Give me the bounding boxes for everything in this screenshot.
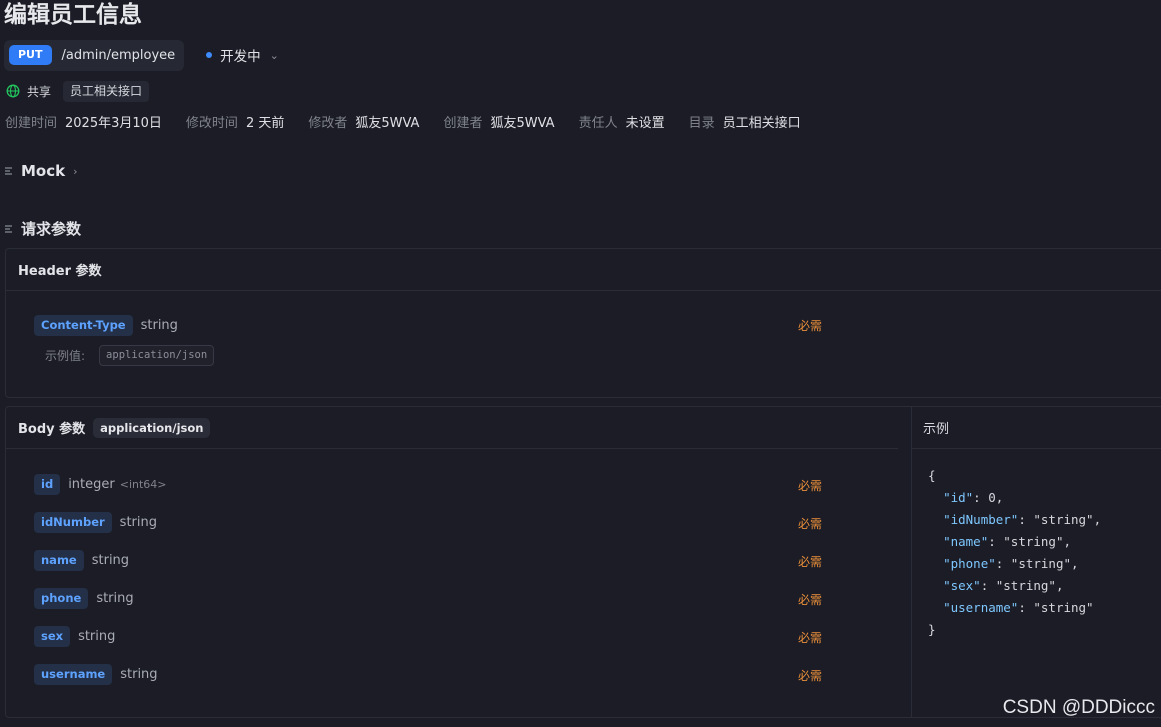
param-type: string [91, 552, 130, 568]
meta-created-time: 创建时间 2025年3月10日 [5, 112, 162, 131]
section-lines-icon [5, 167, 12, 175]
example-value-label: 示例值: [45, 349, 86, 363]
api-doc-page: 编辑员工信息 PUT /admin/employee 开发中 ⌄ 共享 员工相关… [0, 0, 1161, 727]
param-row-id: id integer <int64> [34, 473, 167, 495]
required-label: 必需 [798, 517, 823, 531]
body-params-header: Body 参数 application/json [6, 407, 898, 449]
meta-key: 目录 [688, 115, 715, 131]
required-label: 必需 [798, 593, 823, 607]
watermark: CSDN @DDDiccc [1002, 697, 1155, 718]
example-panel: 示例 { "id": 0, "idNumber": "string", "nam… [911, 407, 1161, 717]
required-label: 必需 [798, 479, 823, 493]
code-line: "id": 0, [943, 490, 1004, 505]
param-format: <int64> [119, 477, 167, 491]
share-label[interactable]: 共享 [27, 83, 51, 100]
section-request-params: 请求参数 [5, 218, 81, 239]
section-lines-icon [5, 224, 12, 233]
example-code[interactable]: { "id": 0, "idNumber": "string", "name":… [928, 465, 1101, 641]
param-name[interactable]: idNumber [34, 511, 112, 533]
meta-value: 2 天前 [245, 115, 285, 131]
meta-key: 修改者 [308, 115, 348, 131]
chevron-down-icon: ⌄ [269, 48, 279, 62]
section-mock-title: Mock [21, 162, 66, 180]
required-label: 必需 [798, 631, 823, 645]
share-row: 共享 员工相关接口 [6, 80, 150, 102]
endpoint-path: /admin/employee [61, 47, 176, 63]
param-name[interactable]: name [34, 549, 84, 571]
meta-key: 修改时间 [185, 115, 238, 131]
meta-key: 创建者 [443, 115, 483, 131]
meta-key: 创建时间 [5, 115, 58, 131]
body-params-title: Body 参数 [18, 422, 86, 437]
param-type: string [78, 628, 116, 644]
example-title: 示例 [912, 407, 1161, 449]
method-badge: PUT [9, 45, 52, 65]
example-value[interactable]: application/json [99, 345, 215, 366]
param-type: string [119, 514, 157, 530]
page-title: 编辑员工信息 [4, 2, 142, 28]
content-type-chip[interactable]: application/json [93, 417, 211, 438]
code-line: "name": "string", [943, 534, 1072, 549]
param-row-username: username string [34, 663, 158, 685]
status-dropdown[interactable]: 开发中 ⌄ [206, 45, 279, 65]
meta-key: 责任人 [578, 115, 618, 131]
example-value-row: 示例值: application/json [45, 345, 215, 366]
meta-value: 狐友5WVA [490, 115, 555, 131]
required-label: 必需 [798, 669, 823, 683]
code-line: "username": "string" [943, 600, 1094, 615]
param-name[interactable]: sex [34, 625, 71, 647]
code-line: "idNumber": "string", [943, 512, 1102, 527]
section-request-params-title: 请求参数 [21, 220, 82, 238]
param-row-idNumber: idNumber string [34, 511, 157, 533]
status-dot-icon [206, 52, 213, 58]
param-name[interactable]: phone [34, 587, 89, 609]
code-line: } [928, 622, 936, 637]
param-name[interactable]: Content-Type [34, 314, 133, 336]
param-type: string [140, 317, 178, 333]
meta-row: 创建时间 2025年3月10日 修改时间 2 天前 修改者 狐友5WVA 创建者… [5, 111, 825, 131]
header-params-card: Header 参数 Content-Type string 必需 示例值: ap… [5, 248, 1161, 398]
meta-value: 未设置 [625, 115, 665, 131]
param-name[interactable]: id [34, 473, 61, 495]
param-row-name: name string [34, 549, 129, 571]
chevron-right-icon: › [73, 164, 78, 178]
meta-creator: 创建者 狐友5WVA [443, 112, 554, 131]
status-label: 开发中 [220, 49, 261, 65]
code-line: "phone": "string", [943, 556, 1079, 571]
endpoint-row: PUT /admin/employee 开发中 ⌄ [4, 39, 279, 71]
globe-icon [6, 84, 20, 98]
folder-tag[interactable]: 员工相关接口 [63, 80, 150, 102]
param-type: integer [68, 476, 115, 492]
param-row-phone: phone string [34, 587, 134, 609]
param-type: string [96, 590, 134, 606]
param-type: string [120, 666, 158, 682]
meta-directory[interactable]: 目录 员工相关接口 [689, 112, 801, 131]
required-label: 必需 [798, 319, 823, 333]
section-mock[interactable]: Mock › [5, 162, 78, 180]
param-row-content-type: Content-Type string [34, 314, 178, 336]
meta-value: 员工相关接口 [722, 115, 801, 131]
meta-modified-time: 修改时间 2 天前 [186, 112, 284, 131]
param-name[interactable]: username [34, 663, 113, 685]
meta-modifier: 修改者 狐友5WVA [308, 112, 419, 131]
meta-value: 狐友5WVA [355, 115, 420, 131]
header-params-title: Header 参数 [6, 249, 1161, 291]
meta-value: 2025年3月10日 [65, 115, 162, 131]
endpoint-box[interactable]: PUT /admin/employee [4, 39, 185, 71]
meta-owner[interactable]: 责任人 未设置 [579, 112, 665, 131]
required-label: 必需 [798, 555, 823, 569]
code-line: "sex": "string", [943, 578, 1064, 593]
body-params-card: Body 参数 application/json id integer <int… [5, 406, 1161, 718]
code-line: { [928, 468, 936, 483]
param-row-sex: sex string [34, 625, 115, 647]
